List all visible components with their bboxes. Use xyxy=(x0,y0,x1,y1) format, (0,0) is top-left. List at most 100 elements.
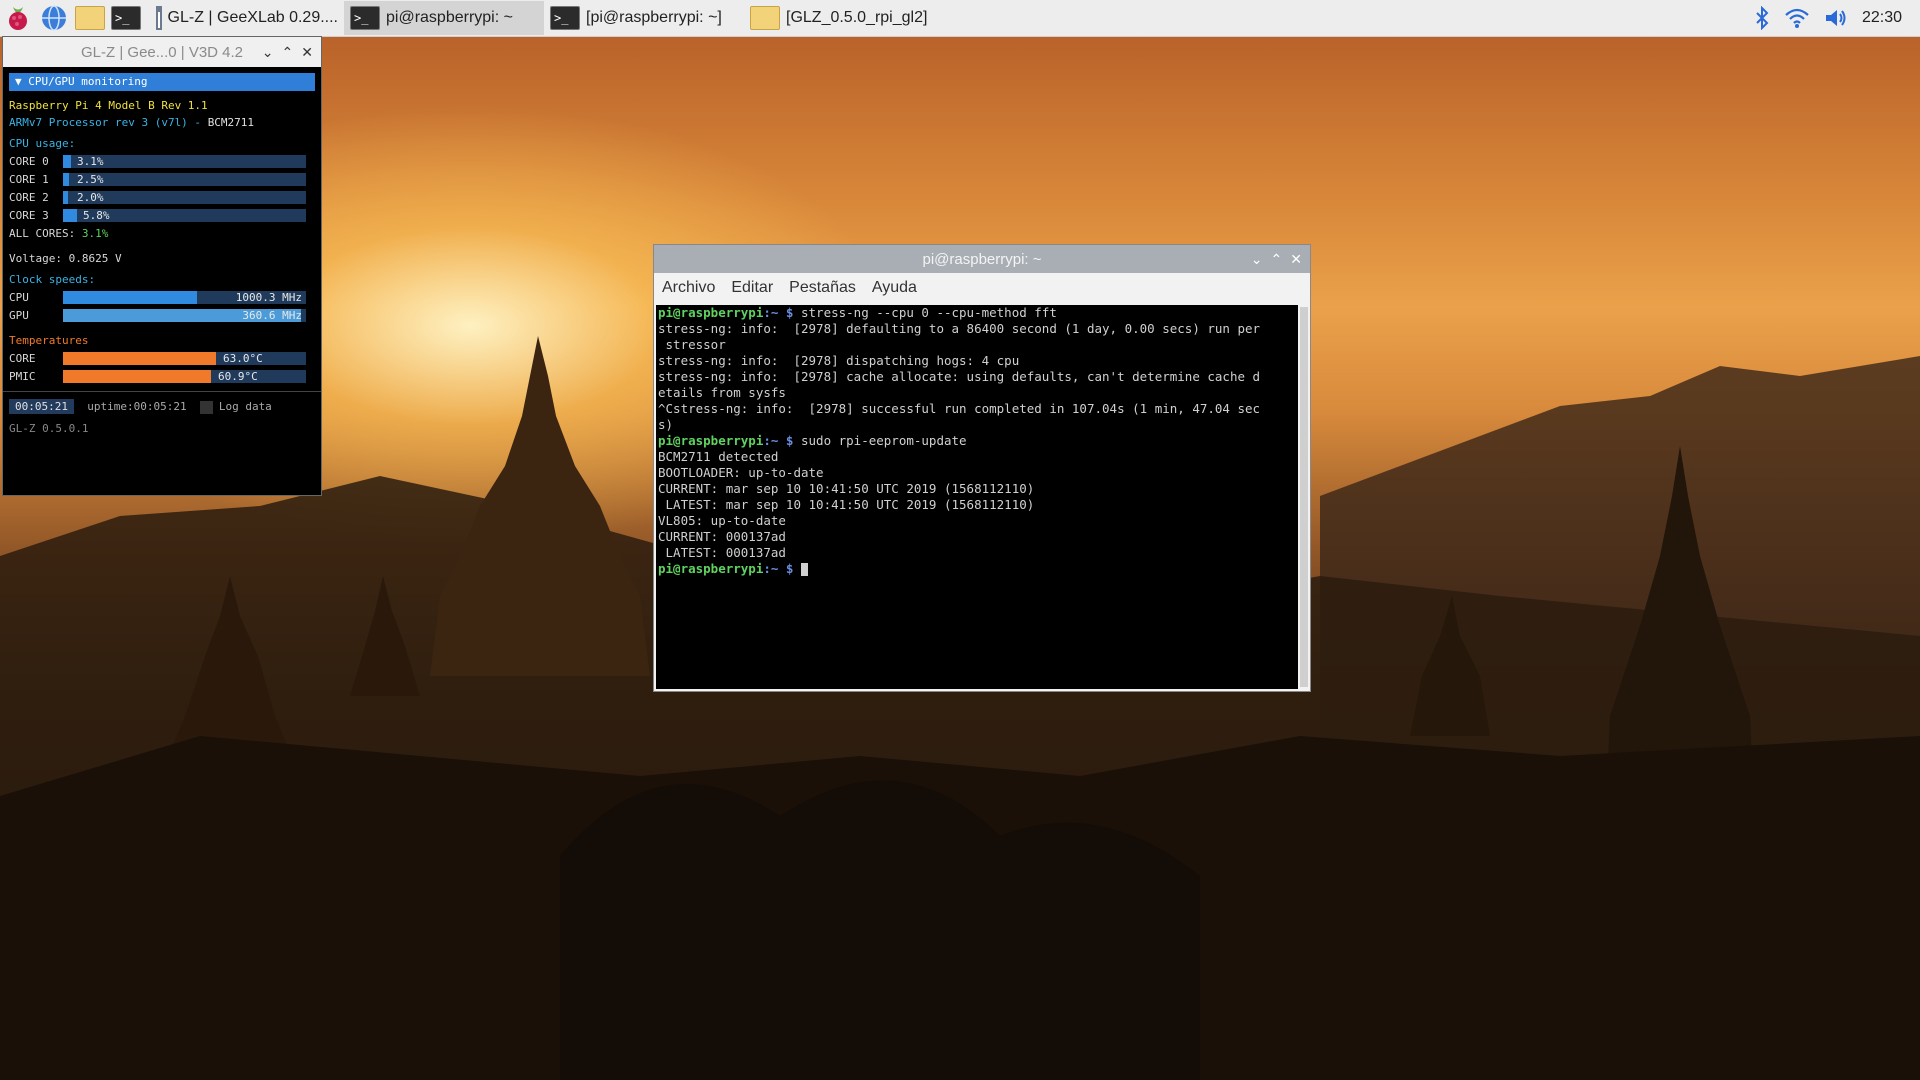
temp-bar: 63.0°C xyxy=(63,351,306,365)
task-glz[interactable]: GL-Z | GeeXLab 0.29.... xyxy=(150,1,344,35)
temperatures-label: Temperatures xyxy=(9,334,89,347)
version: GL-Z 0.5.0.1 xyxy=(9,422,89,435)
core-bar-fill xyxy=(63,208,78,222)
terminal-output-line: stressor xyxy=(658,337,726,352)
file-manager-launcher[interactable] xyxy=(72,0,108,36)
minimize-icon[interactable]: ⌄ xyxy=(262,44,274,61)
terminal-screen[interactable]: pi@raspberrypi:~ $ stress-ng --cpu 0 --c… xyxy=(656,305,1298,689)
temp-row: PMIC 60.9°C xyxy=(9,367,315,385)
window-title: pi@raspberrypi: ~ xyxy=(922,250,1042,268)
temp-label: PMIC xyxy=(9,369,36,383)
core-bar-fill xyxy=(63,190,68,204)
browser-launcher[interactable] xyxy=(36,0,72,36)
terminal-output-line: CURRENT: mar sep 10 10:41:50 UTC 2019 (1… xyxy=(658,481,1035,496)
terminal-output-line: LATEST: 000137ad xyxy=(658,545,786,560)
terminal-output-line: etails from sysfs xyxy=(658,385,786,400)
processor-chip: BCM2711 xyxy=(207,116,255,129)
core-label: CORE 3 xyxy=(9,208,49,222)
task-label: GL-Z | GeeXLab 0.29.... xyxy=(167,9,338,26)
core-row: CORE 2 2.0% xyxy=(9,188,315,206)
minimize-icon[interactable]: ⌄ xyxy=(1251,251,1263,268)
command-text xyxy=(793,561,801,576)
window-icon xyxy=(156,6,162,30)
core-bar: 2.5% xyxy=(63,172,306,186)
temp-bar-fill xyxy=(63,369,212,383)
core-bar: 2.0% xyxy=(63,190,306,204)
all-cores-value: 3.1% xyxy=(81,226,109,240)
close-icon[interactable]: ✕ xyxy=(301,44,313,61)
board-name: Raspberry Pi 4 Model B Rev 1.1 xyxy=(9,99,208,112)
task-terminal-2[interactable]: >_ [pi@raspberrypi: ~] xyxy=(544,1,744,35)
wifi-icon[interactable] xyxy=(1784,7,1810,29)
section-header[interactable]: ▼ CPU/GPU monitoring xyxy=(9,73,315,91)
command-text: sudo rpi-eeprom-update xyxy=(793,433,967,448)
terminal-launcher[interactable]: >_ xyxy=(108,0,144,36)
prompt-user: pi@raspberrypi xyxy=(658,305,764,320)
core-label: CORE 2 xyxy=(9,190,49,204)
glz-titlebar[interactable]: GL-Z | Gee...0 | V3D 4.2 ⌄ ⌃ ✕ xyxy=(3,37,321,67)
volume-icon[interactable] xyxy=(1824,7,1848,29)
collapse-triangle-icon: ▼ xyxy=(15,75,29,88)
terminal-window: pi@raspberrypi: ~ ⌄ ⌃ ✕ Archivo Editar P… xyxy=(653,244,1311,692)
close-icon[interactable]: ✕ xyxy=(1290,251,1302,268)
clock-label: GPU xyxy=(9,308,29,322)
prompt-user: pi@raspberrypi xyxy=(658,433,764,448)
bluetooth-icon[interactable] xyxy=(1754,6,1770,30)
clock-bar: 1000.3 MHz xyxy=(63,290,306,304)
terminal-menubar: Archivo Editar Pestañas Ayuda xyxy=(654,273,1310,303)
terminal-output-line: VL805: up-to-date xyxy=(658,513,786,528)
terminal-titlebar[interactable]: pi@raspberrypi: ~ ⌄ ⌃ ✕ xyxy=(654,245,1310,273)
cpu-usage-label: CPU usage: xyxy=(9,137,76,150)
window-title: GL-Z | Gee...0 | V3D 4.2 xyxy=(81,43,244,61)
log-data-label: Log data xyxy=(218,400,272,413)
terminal-output-line: stress-ng: info: [2978] defaulting to a … xyxy=(658,321,1261,336)
maximize-icon[interactable]: ⌃ xyxy=(282,44,294,61)
clock-label: CPU xyxy=(9,290,29,304)
temp-row: CORE 63.0°C xyxy=(9,349,315,367)
folder-icon xyxy=(75,6,105,30)
core-bar: 5.8% xyxy=(63,208,306,222)
all-cores: ALL CORES: 3.1% xyxy=(9,224,315,242)
task-terminal-active[interactable]: >_ pi@raspberrypi: ~ xyxy=(344,1,544,35)
terminal-icon: >_ xyxy=(350,6,380,30)
footer-row: 00:05:21 uptime:00:05:21 Log data xyxy=(9,398,315,416)
log-data-checkbox[interactable] xyxy=(199,400,213,414)
terminal-output-line: stress-ng: info: [2978] cache allocate: … xyxy=(658,369,1261,384)
divider xyxy=(3,391,321,392)
temp-bar-fill xyxy=(63,351,217,365)
clock-bar: 360.6 MHz xyxy=(63,308,306,322)
menu-archivo[interactable]: Archivo xyxy=(662,279,715,297)
temp-label: CORE xyxy=(9,351,36,365)
core-label: CORE 0 xyxy=(9,154,49,168)
core-bar-fill xyxy=(63,154,71,168)
clock[interactable]: 22:30 xyxy=(1862,9,1902,27)
menu-editar[interactable]: Editar xyxy=(731,279,773,297)
raspberry-menu-button[interactable] xyxy=(0,0,36,36)
processor-info: ARMv7 Processor rev 3 (v7l) - BCM2711 xyxy=(9,116,255,129)
system-tray: 22:30 xyxy=(1754,6,1920,30)
core-bar: 3.1% xyxy=(63,154,306,168)
scrollbar[interactable] xyxy=(1300,307,1308,687)
task-folder[interactable]: [GLZ_0.5.0_rpi_gl2] xyxy=(744,1,944,35)
task-label: [GLZ_0.5.0_rpi_gl2] xyxy=(786,9,928,26)
maximize-icon[interactable]: ⌃ xyxy=(1271,251,1283,268)
prompt-user: pi@raspberrypi xyxy=(658,561,764,576)
timer-display[interactable]: 00:05:21 xyxy=(9,399,74,414)
core-bar-fill xyxy=(63,172,70,186)
terminal-icon: >_ xyxy=(550,6,580,30)
clock-row: GPU 360.6 MHz xyxy=(9,306,315,324)
task-label: [pi@raspberrypi: ~] xyxy=(586,9,722,26)
terminal-command-line: pi@raspberrypi:~ $ stress-ng --cpu 0 --c… xyxy=(658,305,1296,321)
prompt-path: :~ $ xyxy=(763,433,794,448)
terminal-output-line: LATEST: mar sep 10 10:41:50 UTC 2019 (15… xyxy=(658,497,1035,512)
terminal-command-line: pi@raspberrypi:~ $ sudo rpi-eeprom-updat… xyxy=(658,433,1296,449)
core-row: CORE 3 5.8% xyxy=(9,206,315,224)
glz-content: ▼ CPU/GPU monitoring Raspberry Pi 4 Mode… xyxy=(3,67,321,443)
menu-ayuda[interactable]: Ayuda xyxy=(872,279,917,297)
menu-pestanas[interactable]: Pestañas xyxy=(789,279,856,297)
raspberry-icon xyxy=(9,7,27,30)
terminal-command-line: pi@raspberrypi:~ $ xyxy=(658,561,1296,577)
core-row: CORE 0 3.1% xyxy=(9,152,315,170)
clock-bar-fill xyxy=(63,290,197,304)
task-label: pi@raspberrypi: ~ xyxy=(386,9,513,26)
